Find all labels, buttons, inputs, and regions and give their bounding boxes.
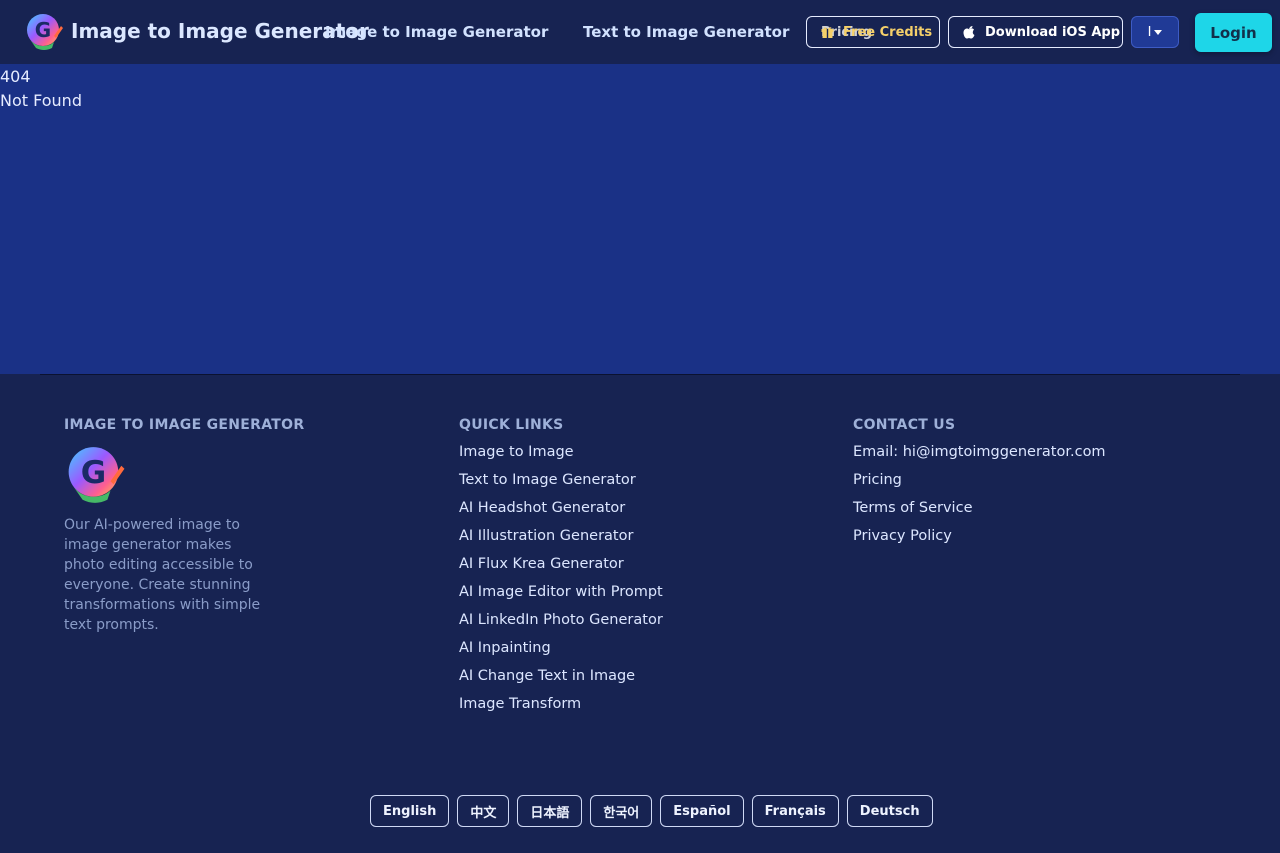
g-logo-icon[interactable]: G xyxy=(24,12,64,52)
footer-link-linkedin-photo[interactable]: AI LinkedIn Photo Generator xyxy=(459,612,663,640)
quick-links-list: Image to Image Text to Image Generator A… xyxy=(459,444,663,724)
footer-link-image-to-image[interactable]: Image to Image xyxy=(459,444,663,472)
footer-link-email[interactable]: Email: hi@imgtoimggenerator.com xyxy=(853,444,1106,472)
apple-icon xyxy=(963,26,975,39)
download-ios-app-label: Download iOS App xyxy=(985,24,1121,40)
footer-link-flux-krea[interactable]: AI Flux Krea Generator xyxy=(459,556,663,584)
lang-button-french[interactable]: Français xyxy=(751,795,839,827)
login-button[interactable]: Login xyxy=(1195,13,1272,52)
contact-us-heading: CONTACT US xyxy=(853,417,956,433)
footer-link-change-text[interactable]: AI Change Text in Image xyxy=(459,668,663,696)
top-nav-bar: G Image to Image Generator Image to Imag… xyxy=(0,0,1280,64)
error-code: 404 xyxy=(0,67,31,86)
lang-button-spanish[interactable]: Español xyxy=(660,795,744,827)
nav-image-to-image[interactable]: Image to Image Generator xyxy=(325,23,548,41)
footer-link-privacy[interactable]: Privacy Policy xyxy=(853,528,1106,556)
free-credits-button[interactable]: Pricing Free Credits xyxy=(806,16,940,48)
footer-divider xyxy=(40,374,1240,375)
nav-text-to-image[interactable]: Text to Image Generator xyxy=(583,23,789,41)
footer-link-headshot[interactable]: AI Headshot Generator xyxy=(459,500,663,528)
contact-links-list: Email: hi@imgtoimggenerator.com Pricing … xyxy=(853,444,1106,556)
error-message: Not Found xyxy=(0,91,82,110)
footer-brand-heading: IMAGE TO IMAGE GENERATOR xyxy=(64,417,305,433)
svg-text:G: G xyxy=(81,455,106,491)
footer-link-text-to-image[interactable]: Text to Image Generator xyxy=(459,472,663,500)
lang-button-japanese[interactable]: 日本語 xyxy=(517,795,583,827)
quick-links-heading: QUICK LINKS xyxy=(459,417,564,433)
chevron-down-icon xyxy=(1154,29,1163,35)
lang-button-chinese[interactable]: 中文 xyxy=(457,795,510,827)
footer-link-image-editor[interactable]: AI Image Editor with Prompt xyxy=(459,584,663,612)
download-ios-app-button[interactable]: Download iOS App xyxy=(948,16,1123,48)
footer-link-inpainting[interactable]: AI Inpainting xyxy=(459,640,663,668)
main-content: 404 Not Found xyxy=(0,64,1280,374)
footer-link-illustration[interactable]: AI Illustration Generator xyxy=(459,528,663,556)
gift-icon xyxy=(821,27,834,38)
footer-link-pricing[interactable]: Pricing xyxy=(853,472,1106,500)
language-dropdown-label: I xyxy=(1147,24,1152,40)
language-selector: English 中文 日本語 한국어 Español Français Deut… xyxy=(370,795,933,827)
lang-button-german[interactable]: Deutsch xyxy=(846,795,933,827)
footer-link-terms[interactable]: Terms of Service xyxy=(853,500,1106,528)
free-credits-label: Free Credits xyxy=(843,25,933,40)
footer: IMAGE TO IMAGE GENERATOR G Our AI-powere… xyxy=(0,374,1280,853)
svg-text:G: G xyxy=(35,18,51,42)
lang-button-korean[interactable]: 한국어 xyxy=(590,795,653,827)
g-logo-icon: G xyxy=(68,447,125,503)
footer-description: Our AI-powered image to image generator … xyxy=(64,517,261,633)
lang-button-english[interactable]: English xyxy=(370,795,450,827)
language-dropdown[interactable]: I xyxy=(1131,16,1179,48)
footer-link-image-transform[interactable]: Image Transform xyxy=(459,696,663,724)
